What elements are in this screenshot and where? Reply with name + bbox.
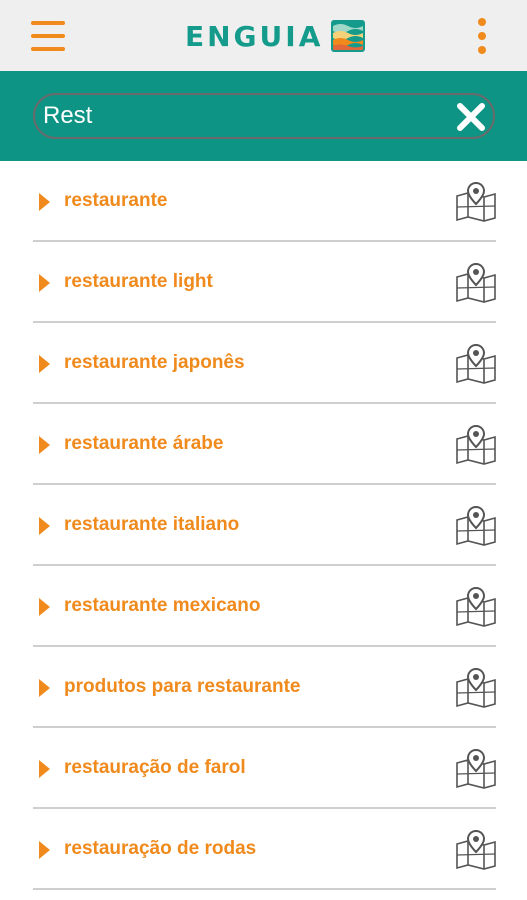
- app-logo: ENGUIA: [185, 17, 366, 55]
- list-item-label[interactable]: restaurante árabe: [64, 433, 223, 455]
- caret-right-icon: [39, 436, 50, 454]
- hamburger-menu-icon[interactable]: [31, 21, 65, 51]
- list-item[interactable]: restaurante italiano: [0, 485, 527, 566]
- list-item[interactable]: restaurante light: [0, 242, 527, 323]
- map-pin-icon[interactable]: [454, 424, 498, 465]
- results-list: restaurante restaurante light restaurant…: [0, 161, 527, 890]
- caret-right-icon: [39, 679, 50, 697]
- waves-icon: [331, 20, 366, 52]
- list-item-label[interactable]: restaurante italiano: [64, 514, 239, 536]
- list-item[interactable]: restauração de rodas: [0, 809, 527, 890]
- list-item-label[interactable]: restaurante japonês: [64, 352, 245, 374]
- caret-right-icon: [39, 598, 50, 616]
- caret-right-icon: [39, 841, 50, 859]
- list-item-label[interactable]: restauração de rodas: [64, 838, 256, 860]
- map-pin-icon[interactable]: [454, 586, 498, 627]
- list-item[interactable]: restaurante japonês: [0, 323, 527, 404]
- map-pin-icon[interactable]: [454, 343, 498, 384]
- caret-right-icon: [39, 274, 50, 292]
- list-item-label[interactable]: produtos para restaurante: [64, 676, 301, 698]
- list-item-label[interactable]: restaurante mexicano: [64, 595, 260, 617]
- map-pin-icon[interactable]: [454, 829, 498, 870]
- caret-right-icon: [39, 760, 50, 778]
- kebab-menu-icon[interactable]: [474, 18, 490, 54]
- list-item-label[interactable]: restaurante: [64, 190, 168, 212]
- map-pin-icon[interactable]: [454, 181, 498, 222]
- list-item-label[interactable]: restaurante light: [64, 271, 213, 293]
- caret-right-icon: [39, 193, 50, 211]
- list-item[interactable]: restaurante: [0, 161, 527, 242]
- list-item[interactable]: produtos para restaurante: [0, 647, 527, 728]
- search-bar: [0, 71, 527, 161]
- caret-right-icon: [39, 517, 50, 535]
- search-input[interactable]: [43, 98, 443, 134]
- search-field: [33, 93, 495, 139]
- list-item[interactable]: restaurante mexicano: [0, 566, 527, 647]
- app-header: ENGUIA: [0, 0, 527, 71]
- map-pin-icon[interactable]: [454, 262, 498, 303]
- close-icon[interactable]: [455, 101, 487, 133]
- list-item[interactable]: restauração de farol: [0, 728, 527, 809]
- list-item-label[interactable]: restauração de farol: [64, 757, 246, 779]
- map-pin-icon[interactable]: [454, 505, 498, 546]
- caret-right-icon: [39, 355, 50, 373]
- divider: [33, 888, 496, 890]
- map-pin-icon[interactable]: [454, 667, 498, 708]
- map-pin-icon[interactable]: [454, 748, 498, 789]
- list-item[interactable]: restaurante árabe: [0, 404, 527, 485]
- logo-text: ENGUIA: [185, 19, 324, 53]
